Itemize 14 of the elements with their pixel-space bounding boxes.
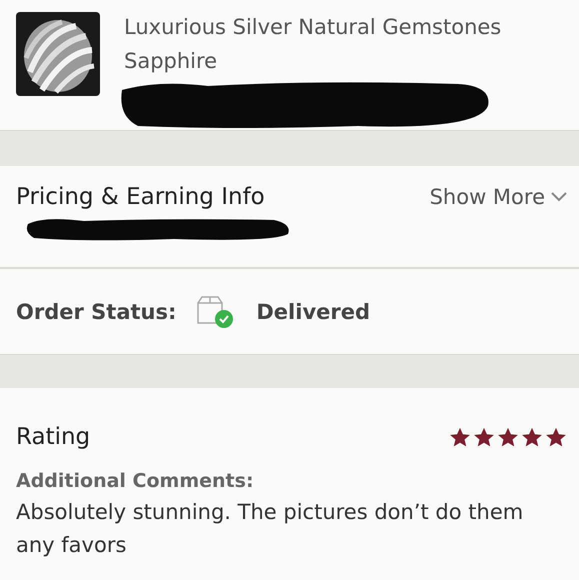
show-more-button[interactable]: Show More	[430, 185, 567, 209]
star-icon	[545, 426, 567, 448]
comment-text: Absolutely stunning. The pictures don’t do them any favors	[15, 499, 524, 559]
order-status-value: Delivered	[256, 300, 370, 324]
comments-label: Additional Comments:	[15, 470, 255, 492]
star-icon	[449, 426, 471, 448]
star-icon	[521, 426, 543, 448]
chevron-down-icon	[551, 192, 567, 202]
star-icon	[473, 426, 495, 448]
star-icon	[497, 426, 519, 448]
rating-label: Rating	[16, 424, 90, 450]
section-title: Pricing & Earning Info	[16, 184, 265, 210]
product-title: Luxurious Silver Natural Gemstones Sapphire	[124, 14, 502, 75]
order-status-label: Order Status:	[16, 300, 176, 324]
